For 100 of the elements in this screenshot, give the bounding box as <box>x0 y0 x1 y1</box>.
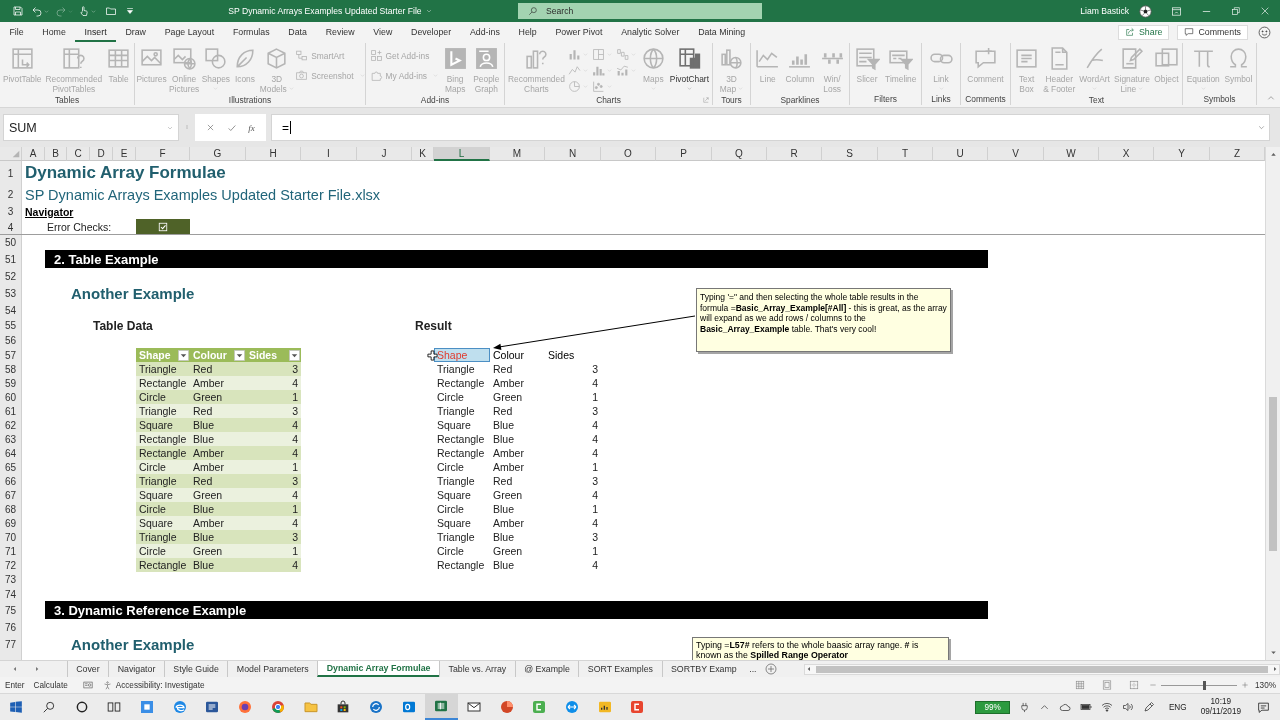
accessibility-status[interactable]: Accessibility: Investigate <box>115 680 205 690</box>
menu-tab[interactable]: Analytic Solver <box>611 22 689 42</box>
letter-header[interactable]: Q <box>712 147 767 161</box>
row-number[interactable]: 62 <box>0 418 21 432</box>
taskbar-button[interactable] <box>424 694 458 720</box>
folder-icon[interactable] <box>105 5 117 17</box>
letter-header[interactable]: E <box>113 147 136 161</box>
letter-header[interactable]: K <box>412 147 434 161</box>
restore-icon[interactable] <box>1231 6 1241 16</box>
letter-header[interactable]: I <box>301 147 357 161</box>
speaker-icon[interactable] <box>1121 701 1134 713</box>
close-icon[interactable] <box>1260 6 1270 16</box>
letter-header[interactable]: H <box>246 147 301 161</box>
caret-icon[interactable] <box>425 8 432 14</box>
share-button[interactable]: Share <box>1118 24 1170 40</box>
row-number[interactable]: 51 <box>0 250 21 268</box>
letter-header[interactable]: O <box>601 147 656 161</box>
search-field[interactable]: Search <box>518 3 762 19</box>
scroll-up-icon[interactable] <box>1268 150 1278 159</box>
menu-tab[interactable]: Page Layout <box>155 22 224 42</box>
letter-header[interactable]: F <box>136 147 190 161</box>
clock-date[interactable]: 09/11/2019 <box>1200 707 1241 717</box>
letter-header[interactable]: V <box>988 147 1044 161</box>
letter-header[interactable]: W <box>1044 147 1099 161</box>
row-number[interactable]: 63 <box>0 432 21 446</box>
row-number[interactable]: 59 <box>0 376 21 390</box>
letter-header[interactable]: P <box>656 147 712 161</box>
caret-icon[interactable] <box>1258 124 1265 131</box>
horizontal-scrollbar[interactable] <box>803 663 1280 675</box>
grid-icon[interactable] <box>1075 680 1086 690</box>
row-number[interactable]: 50 <box>0 235 21 250</box>
letter-header[interactable]: B <box>45 147 67 161</box>
scroll-right-icon[interactable] <box>1271 665 1279 673</box>
menu-tab[interactable]: View <box>363 22 402 42</box>
cloud-icon[interactable] <box>1058 701 1071 713</box>
filter-dropdown-icon[interactable] <box>234 349 245 361</box>
soccer-ball-avatar-icon[interactable] <box>1139 4 1152 18</box>
page-frame-icon[interactable] <box>1102 680 1113 690</box>
task-view-icon[interactable] <box>107 700 122 714</box>
row-number[interactable]: 1 <box>0 161 21 185</box>
letter-header[interactable]: A <box>22 147 45 161</box>
row-number[interactable]: 75 <box>0 601 21 619</box>
menu-tab[interactable]: Data <box>278 22 317 42</box>
row-number[interactable]: 54 <box>0 302 21 318</box>
caret-icon[interactable] <box>44 8 49 14</box>
letter-header[interactable]: C <box>67 147 90 161</box>
row-number[interactable]: 60 <box>0 390 21 404</box>
window-arrow-icon[interactable] <box>1171 5 1182 17</box>
menu-tab[interactable]: Formulas <box>223 22 279 42</box>
scroll-down-icon[interactable] <box>1268 648 1278 657</box>
zoom-in-icon[interactable] <box>1241 681 1250 689</box>
check-icon[interactable] <box>226 122 237 133</box>
undo-icon[interactable] <box>31 5 43 17</box>
formula-input[interactable]: = <box>271 114 1270 141</box>
row-number[interactable]: 58 <box>0 362 21 376</box>
menu-tab[interactable]: Developer <box>401 22 461 42</box>
search-icon[interactable] <box>42 700 57 714</box>
left-triangle-icon[interactable] <box>11 665 19 673</box>
battery-percent[interactable]: 99% <box>975 700 1010 714</box>
menu-tab[interactable]: Data Mining <box>688 22 755 42</box>
slider-thumb[interactable] <box>1202 680 1206 690</box>
plug-icon[interactable] <box>1018 701 1030 713</box>
letter-header[interactable]: N <box>545 147 601 161</box>
row-number[interactable]: 2 <box>0 185 21 204</box>
row-number[interactable]: 57 <box>0 348 21 362</box>
row-number[interactable]: 52 <box>0 268 21 285</box>
letter-header[interactable]: R <box>767 147 822 161</box>
row-number[interactable]: 64 <box>0 446 21 460</box>
name-box[interactable]: SUM <box>3 114 179 141</box>
person-icon[interactable] <box>102 680 112 690</box>
letter-header[interactable]: U <box>933 147 988 161</box>
calculate-status[interactable]: Calculate <box>33 680 68 690</box>
battery-icon[interactable] <box>1079 701 1092 713</box>
row-number[interactable]: 65 <box>0 460 21 474</box>
vertical-scrollbar[interactable] <box>1265 147 1280 660</box>
letter-header[interactable]: J <box>357 147 412 161</box>
network-icon[interactable] <box>1100 701 1113 713</box>
menu-tab[interactable]: Help <box>509 22 547 42</box>
row-number[interactable]: 76 <box>0 619 21 636</box>
filter-dropdown-icon[interactable] <box>289 349 300 361</box>
notification-icon[interactable] <box>1257 700 1270 714</box>
letter-header[interactable]: S <box>822 147 878 161</box>
save-icon[interactable] <box>12 5 24 17</box>
menu-tab[interactable]: Draw <box>116 22 156 42</box>
insert-function-button[interactable]: fx <box>248 122 255 133</box>
redo-icon[interactable] <box>55 5 67 17</box>
row-number[interactable]: 4 <box>0 219 21 235</box>
hand-icon[interactable] <box>78 5 90 17</box>
letter-header[interactable]: T <box>878 147 933 161</box>
row-number[interactable]: 68 <box>0 502 21 516</box>
sheet-tab[interactable]: Dynamic Array Formulae <box>317 661 439 677</box>
row-number[interactable]: 71 <box>0 544 21 558</box>
add-icon[interactable] <box>764 663 777 675</box>
scrollbar-thumb[interactable] <box>815 665 1268 673</box>
menu-tab[interactable]: File <box>0 22 33 42</box>
row-number[interactable]: 53 <box>0 285 21 302</box>
ring-icon[interactable] <box>74 700 89 714</box>
row-number[interactable]: 56 <box>0 333 21 348</box>
row-number[interactable]: 61 <box>0 404 21 418</box>
row-number[interactable]: 77 <box>0 636 21 652</box>
